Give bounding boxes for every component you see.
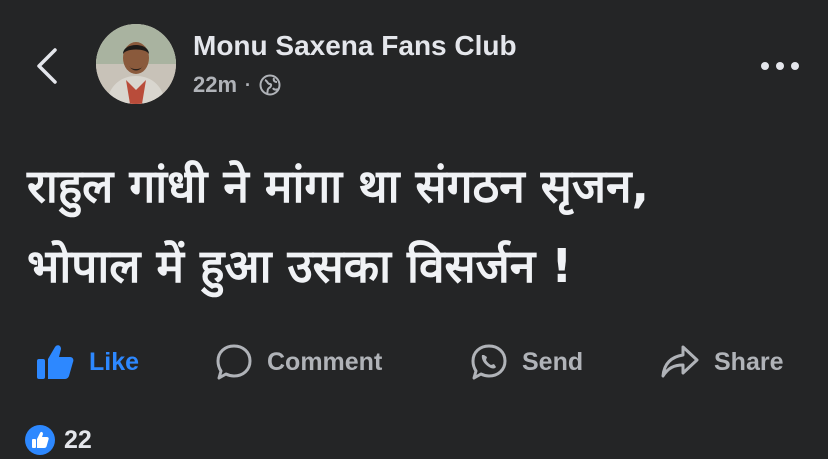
post-view: Monu Saxena Fans Club 22m · राहुल गांधी … [0,0,828,459]
chevron-left-icon [37,48,57,84]
timestamp[interactable]: 22m [193,72,237,98]
meta-separator: · [245,74,252,95]
thumbs-up-icon [37,345,74,379]
post-text-line-2: भोपाल में हुआ उसका विसर्जन ! [27,239,573,293]
send-label: Send [522,347,584,376]
comment-bubble-icon [216,344,252,380]
more-horizontal-icon [761,62,799,70]
profile-photo-icon [96,24,176,104]
avatar[interactable] [96,24,176,104]
post-text: राहुल गांधी ने मांगा था संगठन सृजन, भोपा… [27,146,807,306]
send-button[interactable]: Send [470,336,583,388]
reaction-summary[interactable]: 22 [24,424,92,456]
reaction-count: 22 [64,425,92,454]
comment-label: Comment [267,347,383,376]
post-text-line-1: राहुल गांधी ने मांगा था संगठन सृजन, [27,159,650,213]
page-name[interactable]: Monu Saxena Fans Club [193,30,517,62]
back-button[interactable] [30,44,64,88]
share-arrow-icon [661,345,699,378]
globe-icon [259,74,281,96]
share-button[interactable]: Share [660,336,783,388]
like-button[interactable]: Like [35,336,139,388]
post-meta: 22m · [193,72,281,98]
post-actions-bar: Like Comment Send Share [0,336,828,388]
like-label: Like [89,347,140,376]
more-options-button[interactable] [760,54,800,78]
comment-button[interactable]: Comment [215,336,382,388]
messenger-icon [471,344,507,380]
share-label: Share [714,347,784,376]
like-reaction-icon [25,425,55,455]
